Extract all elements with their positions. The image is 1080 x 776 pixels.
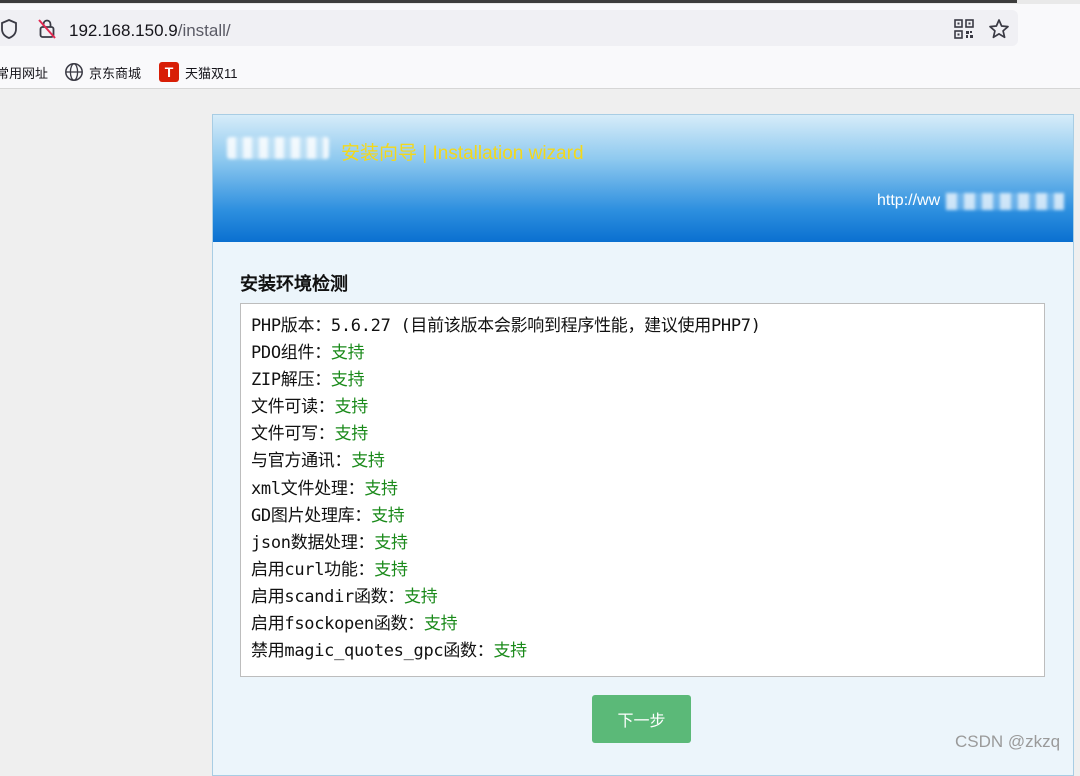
check-status: 支持 <box>334 397 369 418</box>
check-status: 支持 <box>351 451 385 472</box>
check-item-official-comm: 与官方通讯：支持 <box>251 448 1044 475</box>
check-item-fsockopen: 启用fsockopen函数：支持 <box>251 611 1044 638</box>
check-label: 文件可写： <box>251 424 335 445</box>
check-item-xml: xml文件处理：支持 <box>251 476 1044 503</box>
check-label: 与官方通讯： <box>251 451 352 472</box>
browser-toolbar: 192.168.150.9/install/ 常用网址 京东商城 T 天猫双11 <box>0 4 1080 89</box>
next-step-button[interactable]: 下一步 <box>592 695 691 743</box>
check-label: 启用scandir函数： <box>251 586 405 607</box>
install-header: 安装向导 | Installation wizard http://ww <box>213 115 1073 242</box>
check-label: 文件可读： <box>251 397 335 418</box>
environment-check-box: PHP版本：5.6.27 (目前该版本会影响到程序性能，建议使用PHP7) PD… <box>240 303 1045 677</box>
bookmark-jd[interactable]: 京东商城 <box>64 61 141 83</box>
check-value: 5.6.27 (目前该版本会影响到程序性能，建议使用PHP7) <box>330 316 761 336</box>
check-status: 支持 <box>330 370 365 391</box>
check-status: 支持 <box>404 586 438 607</box>
globe-icon <box>65 63 83 81</box>
check-status: 支持 <box>371 505 405 526</box>
check-item-pdo: PDO组件：支持 <box>251 340 1044 367</box>
bookmark-label: 常用网址 <box>0 65 49 81</box>
site-url: http://ww <box>877 192 941 209</box>
check-item-magic-quotes: 禁用magic_quotes_gpc函数：支持 <box>251 638 1044 665</box>
section-title: 安装环境检测 <box>240 274 348 295</box>
check-label: xml文件处理： <box>251 478 365 499</box>
check-item-writable: 文件可写：支持 <box>251 421 1044 448</box>
bookmark-tmall[interactable]: T 天猫双11 <box>159 61 238 83</box>
check-status: 支持 <box>374 532 408 553</box>
check-label: PDO组件： <box>251 343 331 364</box>
check-label: 启用curl功能： <box>251 559 375 580</box>
shield-icon[interactable] <box>0 18 19 44</box>
check-item-zip: ZIP解压：支持 <box>251 367 1044 394</box>
bookmark-star-icon[interactable] <box>988 18 1010 44</box>
check-item-php: PHP版本：5.6.27 (目前该版本会影响到程序性能，建议使用PHP7) <box>251 313 1044 340</box>
check-label: GD图片处理库： <box>251 505 372 526</box>
check-status: 支持 <box>330 343 365 364</box>
check-label: 启用fsockopen函数： <box>251 614 424 635</box>
check-label: PHP版本： <box>251 316 331 336</box>
watermark: CSDN @zkzq <box>955 732 1061 751</box>
blurred-url <box>946 193 1064 210</box>
check-item-json: json数据处理：支持 <box>251 530 1044 557</box>
check-label: ZIP解压： <box>251 370 331 391</box>
blurred-logo <box>227 137 329 159</box>
check-status: 支持 <box>364 478 398 499</box>
check-status: 支持 <box>374 559 408 580</box>
bookmark-common-sites[interactable]: 常用网址 <box>0 61 48 83</box>
check-item-readable: 文件可读：支持 <box>251 394 1044 421</box>
insecure-lock-icon[interactable] <box>37 18 57 44</box>
check-label: 禁用magic_quotes_gpc函数： <box>251 641 494 662</box>
check-label: json数据处理： <box>251 532 375 553</box>
check-item-gd: GD图片处理库：支持 <box>251 503 1044 530</box>
wizard-title: 安装向导 | Installation wizard <box>341 143 584 164</box>
check-status: 支持 <box>334 424 369 445</box>
bookmark-label: 京东商城 <box>89 65 142 81</box>
check-status: 支持 <box>423 614 458 635</box>
check-status: 支持 <box>493 641 527 662</box>
install-panel: 安装向导 | Installation wizard http://ww 安装环… <box>212 114 1074 776</box>
tmall-icon: T <box>159 62 179 82</box>
bookmark-label: 天猫双11 <box>185 65 238 81</box>
qr-code-icon[interactable] <box>954 19 974 43</box>
url-text[interactable]: 192.168.150.9/install/ <box>69 21 231 41</box>
check-item-curl: 启用curl功能：支持 <box>251 557 1044 584</box>
check-item-scandir: 启用scandir函数：支持 <box>251 584 1044 611</box>
check-list: PHP版本：5.6.27 (目前该版本会影响到程序性能，建议使用PHP7) PD… <box>241 304 1044 665</box>
